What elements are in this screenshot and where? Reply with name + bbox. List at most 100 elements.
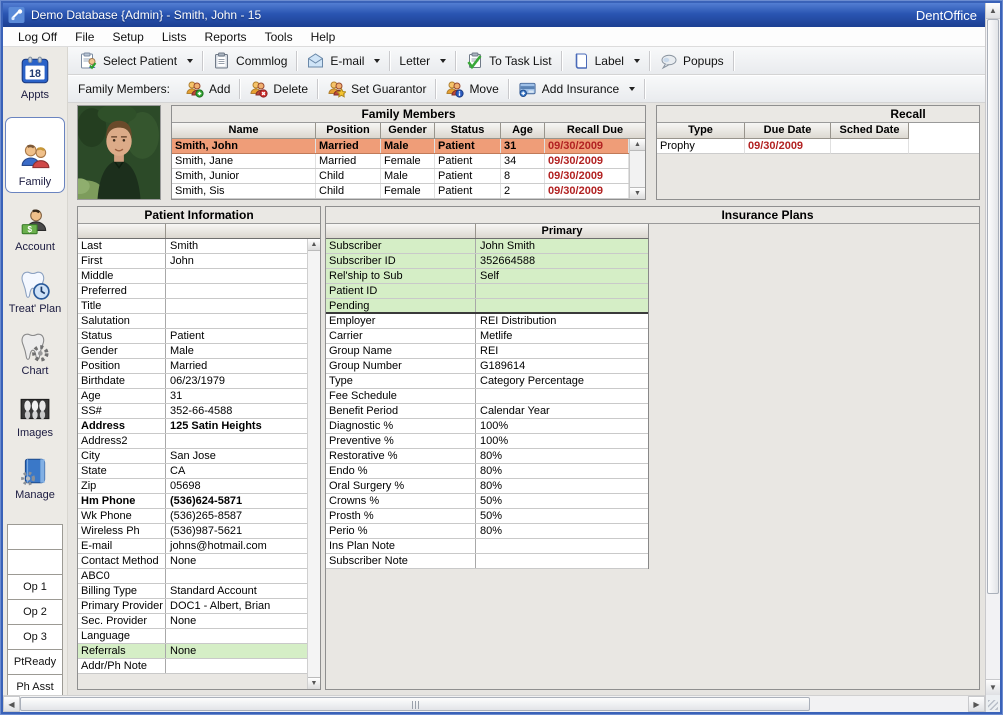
sidebar-op-ptready[interactable]: PtReady xyxy=(7,649,63,675)
field-value[interactable] xyxy=(476,299,648,312)
sidebar-item-manage[interactable]: Manage xyxy=(5,455,65,501)
field-value[interactable]: CA xyxy=(166,464,307,478)
patient-info-row[interactable]: GenderMale xyxy=(78,344,307,359)
patient-info-row[interactable]: Wireless Ph(536)987-5621 xyxy=(78,524,307,539)
insurance-row[interactable]: CarrierMetlife xyxy=(326,329,648,344)
horizontal-scrollbar[interactable]: ◀ ▶ xyxy=(3,695,985,712)
field-value[interactable]: DOC1 - Albert, Brian xyxy=(166,599,307,613)
scroll-left-icon[interactable]: ◀ xyxy=(3,696,20,712)
vertical-scrollbar[interactable]: ▲ ▼ xyxy=(985,3,1000,712)
sidebar-item-family[interactable]: Family xyxy=(5,117,65,193)
dropdown-caret-icon[interactable] xyxy=(374,59,380,63)
insurance-row[interactable]: Group NumberG189614 xyxy=(326,359,648,374)
field-value[interactable]: Category Percentage xyxy=(476,374,648,388)
sidebar-op-op-1[interactable]: Op 1 xyxy=(7,574,63,600)
scroll-up-icon[interactable]: ▲ xyxy=(308,239,320,251)
field-value[interactable]: 352-66-4588 xyxy=(166,404,307,418)
family-member-row[interactable]: Smith, SisChildFemalePatient209/30/2009 xyxy=(172,184,629,199)
insurance-row[interactable]: Patient ID xyxy=(326,284,648,299)
field-value[interactable]: None xyxy=(166,554,307,568)
insurance-row[interactable]: Benefit PeriodCalendar Year xyxy=(326,404,648,419)
patient-info-scrollbar[interactable]: ▲ ▼ xyxy=(307,239,320,689)
patient-info-row[interactable]: SS#352-66-4588 xyxy=(78,404,307,419)
patient-info-row[interactable]: Addr/Ph Note xyxy=(78,659,307,674)
field-value[interactable]: San Jose xyxy=(166,449,307,463)
sidebar-item-account[interactable]: $Account xyxy=(5,207,65,253)
field-value[interactable] xyxy=(476,554,648,568)
menu-item-log-off[interactable]: Log Off xyxy=(9,28,66,46)
insurance-row[interactable]: EmployerREI Distribution xyxy=(326,314,648,329)
dropdown-caret-icon[interactable] xyxy=(440,59,446,63)
field-value[interactable] xyxy=(166,314,307,328)
sidebar-op-empty[interactable] xyxy=(7,524,63,550)
family-members-scrollbar[interactable]: ▲ ▼ xyxy=(629,139,645,199)
patient-info-row[interactable]: LastSmith xyxy=(78,239,307,254)
patient-info-row[interactable]: Sec. ProviderNone xyxy=(78,614,307,629)
field-value[interactable]: Metlife xyxy=(476,329,648,343)
popups-button[interactable]: Popups xyxy=(652,49,731,73)
menu-item-file[interactable]: File xyxy=(66,28,103,46)
patient-info-row[interactable]: Contact MethodNone xyxy=(78,554,307,569)
menu-item-setup[interactable]: Setup xyxy=(103,28,152,46)
field-value[interactable]: REI Distribution xyxy=(476,314,648,328)
insurance-row[interactable]: Pending xyxy=(326,299,648,314)
field-value[interactable]: John Smith xyxy=(476,239,648,253)
patient-info-row[interactable]: Primary ProviderDOC1 - Albert, Brian xyxy=(78,599,307,614)
menu-item-lists[interactable]: Lists xyxy=(153,28,196,46)
patient-info-row[interactable]: Wk Phone(536)265-8587 xyxy=(78,509,307,524)
patient-info-row[interactable]: FirstJohn xyxy=(78,254,307,269)
set-guarantor-button[interactable]: Set Guarantor xyxy=(320,77,433,101)
scroll-down-icon[interactable]: ▼ xyxy=(986,679,1000,695)
field-value[interactable]: Standard Account xyxy=(166,584,307,598)
patient-info-row[interactable]: Salutation xyxy=(78,314,307,329)
sidebar-op-op-3[interactable]: Op 3 xyxy=(7,624,63,650)
patient-info-row[interactable]: Language xyxy=(78,629,307,644)
menu-item-help[interactable]: Help xyxy=(302,28,345,46)
select-patient-button[interactable]: Select Patient xyxy=(72,49,200,73)
field-value[interactable]: None xyxy=(166,614,307,628)
insurance-row[interactable]: Restorative %80% xyxy=(326,449,648,464)
insurance-row[interactable]: Oral Surgery %80% xyxy=(326,479,648,494)
patient-info-row[interactable]: ReferralsNone xyxy=(78,644,307,659)
insurance-row[interactable]: Preventive %100% xyxy=(326,434,648,449)
patient-info-row[interactable]: CitySan Jose xyxy=(78,449,307,464)
insurance-row[interactable]: Fee Schedule xyxy=(326,389,648,404)
patient-info-row[interactable]: StateCA xyxy=(78,464,307,479)
menu-item-tools[interactable]: Tools xyxy=(256,28,302,46)
patient-info-row[interactable]: Zip05698 xyxy=(78,479,307,494)
patient-info-row[interactable]: E-mailjohns@hotmail.com xyxy=(78,539,307,554)
patient-info-row[interactable]: Birthdate06/23/1979 xyxy=(78,374,307,389)
field-value[interactable]: G189614 xyxy=(476,359,648,373)
letter-button[interactable]: Letter xyxy=(392,49,453,73)
dropdown-caret-icon[interactable] xyxy=(629,87,635,91)
field-value[interactable]: 50% xyxy=(476,509,648,523)
commlog-button[interactable]: Commlog xyxy=(205,49,294,73)
add-button[interactable]: Add xyxy=(178,77,237,101)
insurance-row[interactable]: SubscriberJohn Smith xyxy=(326,239,648,254)
sidebar-op-op-2[interactable]: Op 2 xyxy=(7,599,63,625)
field-value[interactable] xyxy=(476,539,648,553)
field-value[interactable] xyxy=(166,659,307,673)
field-value[interactable]: (536)265-8587 xyxy=(166,509,307,523)
field-value[interactable]: 125 Satin Heights xyxy=(166,419,307,433)
delete-button[interactable]: Delete xyxy=(242,77,315,101)
field-value[interactable]: johns@hotmail.com xyxy=(166,539,307,553)
scroll-up-icon[interactable]: ▲ xyxy=(630,139,645,151)
field-value[interactable]: Self xyxy=(476,269,648,283)
insurance-row[interactable]: Perio %80% xyxy=(326,524,648,539)
field-value[interactable] xyxy=(476,284,648,298)
field-value[interactable] xyxy=(166,569,307,583)
field-value[interactable]: (536)624-5871 xyxy=(166,494,307,508)
field-value[interactable]: Male xyxy=(166,344,307,358)
sidebar-item-images[interactable]: Images xyxy=(5,393,65,439)
patient-info-row[interactable]: Age31 xyxy=(78,389,307,404)
e-mail-button[interactable]: E-mail xyxy=(299,49,387,73)
patient-info-row[interactable]: Address2 xyxy=(78,434,307,449)
scroll-down-icon[interactable]: ▼ xyxy=(308,677,320,689)
patient-info-row[interactable]: StatusPatient xyxy=(78,329,307,344)
to-task-list-button[interactable]: To Task List xyxy=(458,49,558,73)
add-insurance-button[interactable]: Add Insurance xyxy=(511,77,642,101)
label-button[interactable]: Label xyxy=(564,49,647,73)
field-value[interactable] xyxy=(166,434,307,448)
insurance-row[interactable]: Ins Plan Note xyxy=(326,539,648,554)
